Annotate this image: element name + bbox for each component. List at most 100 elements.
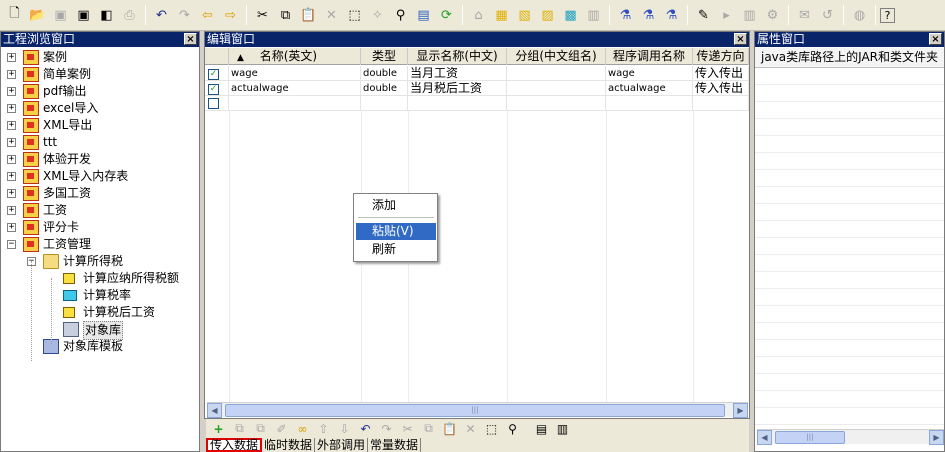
edit-icon[interactable]: ✎ xyxy=(692,4,715,27)
row-checkbox[interactable] xyxy=(208,98,219,109)
tree-item[interactable]: + 简单案例 xyxy=(1,66,199,83)
export-icon[interactable]: ▤ xyxy=(412,4,435,27)
new-icon[interactable]: 🗋 xyxy=(3,4,26,27)
column-header-direction[interactable]: 传递方向 xyxy=(693,48,749,65)
debug-icon[interactable]: ⚗ xyxy=(637,4,660,27)
cell-name[interactable]: wage xyxy=(229,66,361,81)
delete-icon[interactable]: ✕ xyxy=(460,420,481,438)
expand-icon[interactable]: + xyxy=(7,172,16,181)
tree-item[interactable]: + XML导出 xyxy=(1,117,199,134)
build2-icon[interactable]: ⚙ xyxy=(761,4,784,27)
editor-horizontal-scrollbar[interactable]: ◀ ||| ▶ xyxy=(207,402,748,418)
globe-icon[interactable]: ◍ xyxy=(848,4,871,27)
run-icon[interactable]: ⚗ xyxy=(614,4,637,27)
step-icon[interactable]: ⚗ xyxy=(660,4,683,27)
expand-icon[interactable]: + xyxy=(7,155,16,164)
tree-item[interactable]: + 工资 xyxy=(1,202,199,219)
save-all-icon[interactable]: ◧ xyxy=(95,4,118,27)
tree-item[interactable]: + pdf输出 xyxy=(1,83,199,100)
cell-name[interactable] xyxy=(229,96,361,111)
expand-icon[interactable]: + xyxy=(7,53,16,62)
open-package-icon[interactable]: ▧ xyxy=(513,4,536,27)
cell-group[interactable] xyxy=(507,81,606,96)
copy-icon[interactable]: ⧉ xyxy=(418,420,439,438)
menu-item-add[interactable]: 添加 xyxy=(356,197,436,214)
paste-icon[interactable]: 📋 xyxy=(439,420,460,438)
row-checkbox[interactable]: ✓ xyxy=(208,69,219,80)
pin-icon[interactable]: ✐ xyxy=(271,420,292,438)
package-link-icon[interactable]: ▩ xyxy=(559,4,582,27)
table-row[interactable]: ✓ wage double 当月工资 wage 传入传出 xyxy=(205,66,749,81)
copy-field-icon[interactable]: ⧉ xyxy=(250,420,271,438)
expand-icon[interactable]: + xyxy=(7,223,16,232)
tree-item[interactable]: + ttt xyxy=(1,134,199,151)
column-header-display-name[interactable]: 显示名称(中文) xyxy=(408,48,507,65)
cut-icon[interactable]: ✂ xyxy=(251,4,274,27)
delete-icon[interactable]: ✕ xyxy=(320,4,343,27)
package-prop-icon[interactable]: ▨ xyxy=(536,4,559,27)
tree-item[interactable]: + 体验开发 xyxy=(1,151,199,168)
undo2-icon[interactable]: ↺ xyxy=(816,4,839,27)
back-icon[interactable]: ⇦ xyxy=(196,4,219,27)
scroll-right-icon[interactable]: ▶ xyxy=(733,403,748,418)
refresh-icon[interactable]: ⟳ xyxy=(435,4,458,27)
menu-item-refresh[interactable]: 刷新 xyxy=(356,241,436,258)
redo-icon[interactable]: ↷ xyxy=(173,4,196,27)
collapse-icon[interactable]: − xyxy=(7,240,16,249)
property-horizontal-scrollbar[interactable]: ◀ ||| ▶ xyxy=(757,429,944,445)
select-icon[interactable]: ⬚ xyxy=(343,4,366,27)
move-up-icon[interactable]: ⇧ xyxy=(313,420,334,438)
cell-direction[interactable]: 传入传出 xyxy=(693,81,749,96)
expand-icon[interactable]: + xyxy=(7,189,16,198)
expand-icon[interactable]: + xyxy=(7,104,16,113)
mail-icon[interactable]: ✉ xyxy=(793,4,816,27)
tab-constant-data[interactable]: 常量数据 xyxy=(368,438,422,452)
scroll-right-icon[interactable]: ▶ xyxy=(929,430,944,445)
tree-item[interactable]: + excel导入 xyxy=(1,100,199,117)
import-icon[interactable]: ▤ xyxy=(531,420,552,438)
scrollbar-thumb[interactable]: ||| xyxy=(775,431,845,444)
cell-call-name[interactable]: actualwage xyxy=(606,81,693,96)
column-header-type[interactable]: 类型 xyxy=(361,48,408,65)
play-icon[interactable]: ▸ xyxy=(715,4,738,27)
cell-direction[interactable] xyxy=(693,96,749,111)
table-row[interactable] xyxy=(205,96,749,111)
close-icon[interactable]: × xyxy=(734,33,747,45)
tree-item[interactable]: + 多国工资 xyxy=(1,185,199,202)
find-icon[interactable]: ⚲ xyxy=(389,4,412,27)
add-icon[interactable]: + xyxy=(208,420,229,438)
tab-external-call[interactable]: 外部调用 xyxy=(315,438,369,452)
tree-item[interactable]: + 案例 xyxy=(1,49,199,66)
expand-icon[interactable]: + xyxy=(7,121,16,130)
cell-call-name[interactable] xyxy=(606,96,693,111)
redo-icon[interactable]: ↷ xyxy=(376,420,397,438)
tree-item[interactable]: + 评分卡 xyxy=(1,219,199,236)
package-move-icon[interactable]: ▥ xyxy=(582,4,605,27)
save-icon[interactable]: ▣ xyxy=(72,4,95,27)
link-icon[interactable]: ∞ xyxy=(292,420,313,438)
row-checkbox[interactable]: ✓ xyxy=(208,84,219,95)
cell-call-name[interactable]: wage xyxy=(606,66,693,81)
scroll-left-icon[interactable]: ◀ xyxy=(757,430,772,445)
close-icon[interactable]: × xyxy=(929,33,942,45)
add-group-icon[interactable]: ⧉ xyxy=(229,420,250,438)
copy-icon[interactable]: ⧉ xyxy=(274,4,297,27)
close-icon[interactable]: × xyxy=(184,33,197,45)
menu-item-paste[interactable]: 粘贴(V) xyxy=(356,223,436,240)
tab-temp-data[interactable]: 临时数据 xyxy=(262,438,316,452)
cell-group[interactable] xyxy=(507,66,606,81)
cell-group[interactable] xyxy=(507,96,606,111)
forward-icon[interactable]: ⇨ xyxy=(219,4,242,27)
cell-type[interactable] xyxy=(361,96,408,111)
cell-type[interactable]: double xyxy=(361,66,408,81)
expand-icon[interactable]: + xyxy=(7,70,16,79)
table-row[interactable]: ✓ actualwage double 当月税后工资 actualwage 传入传出 xyxy=(205,81,749,96)
move-down-icon[interactable]: ⇩ xyxy=(334,420,355,438)
build-icon[interactable]: ▥ xyxy=(738,4,761,27)
cut-icon[interactable]: ✂ xyxy=(397,420,418,438)
cell-display-name[interactable]: 当月工资 xyxy=(408,66,507,81)
tab-input-data[interactable]: 传入数据 xyxy=(206,438,263,452)
save-disabled-icon[interactable]: ▣ xyxy=(49,4,72,27)
column-header-group[interactable]: 分组(中文组名) xyxy=(507,48,606,65)
cell-type[interactable]: double xyxy=(361,81,408,96)
